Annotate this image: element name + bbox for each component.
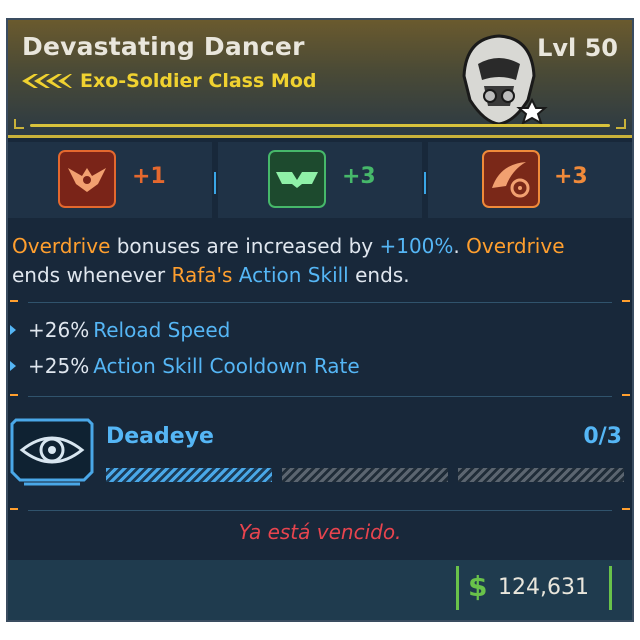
corner-bracket-left [14, 119, 24, 129]
keyword-overdrive: Overdrive [466, 234, 565, 258]
section-divider [28, 302, 612, 303]
price-footer: $ 124,631 [8, 560, 632, 620]
separator [214, 172, 216, 194]
desc-text: ends. [348, 263, 410, 287]
price-bracket-right [609, 566, 612, 610]
section-tick [622, 394, 630, 396]
item-card: Devastating Dancer Exo-Soldier Class Mod… [6, 18, 634, 622]
skill-slot-3[interactable]: +3 [428, 142, 632, 218]
bullet-icon [10, 361, 16, 371]
separator [424, 172, 426, 194]
perk-name: Deadeye [106, 424, 214, 449]
desc-text: bonuses are increased by [110, 234, 380, 258]
price-tag: $ 124,631 [456, 566, 612, 610]
stat-label: Action Skill Cooldown Rate [93, 354, 360, 378]
currency-icon: $ [468, 570, 488, 603]
stat-value: +26% [28, 318, 90, 342]
section-tick [622, 508, 630, 510]
price-value: 124,631 [498, 575, 589, 600]
skill-bonus-3: +3 [554, 164, 588, 189]
rarity-chevrons-icon [22, 74, 72, 88]
item-type-row: Exo-Soldier Class Mod [22, 70, 316, 92]
price-bracket-left [456, 566, 459, 610]
claw-emblem-icon [58, 150, 116, 208]
skill-slot-1[interactable]: +1 [8, 142, 212, 218]
section-tick [622, 300, 630, 302]
section-divider [28, 396, 612, 397]
skill-slot-2[interactable]: +3 [218, 142, 422, 218]
item-level: Lvl 50 [537, 34, 618, 62]
expired-warning: Ya está vencido. [238, 520, 402, 544]
stat-line: +26% Reload Speed [8, 318, 230, 342]
bullet-icon [10, 325, 16, 335]
keyword-rafa: Rafa's [171, 263, 233, 287]
section-tick [10, 508, 18, 510]
skill-bonus-2: +3 [342, 164, 376, 189]
rarity-divider [30, 124, 610, 127]
keyword-overdrive: Overdrive [12, 234, 111, 258]
skill-bonus-1: +1 [132, 164, 166, 189]
item-description: Overdrive bonuses are increased by +100%… [12, 232, 622, 290]
desc-text: ends whenever [12, 263, 172, 287]
perk-rank-pip-2 [282, 468, 448, 482]
perk-rank-pip-3 [458, 468, 624, 482]
item-type: Exo-Soldier Class Mod [80, 70, 317, 92]
corner-bracket-right [616, 119, 626, 129]
crosshair-burst-icon [482, 150, 540, 208]
section-tick [10, 394, 18, 396]
item-name: Devastating Dancer [22, 32, 305, 61]
section-divider [28, 510, 612, 511]
section-tick [10, 300, 18, 302]
keyword-action-skill: Action Skill [238, 263, 349, 287]
twin-blade-icon [268, 150, 326, 208]
stat-value: +25% [28, 354, 90, 378]
perk-rank-pip-1 [106, 468, 272, 482]
desc-text: . [453, 234, 467, 258]
skill-bonus-row: +1 +3 +3 [8, 142, 632, 218]
item-header: Devastating Dancer Exo-Soldier Class Mod… [8, 20, 632, 138]
eye-target-icon[interactable] [10, 418, 94, 488]
keyword-value: +100% [379, 234, 454, 258]
perk-rank-count: 0/3 [583, 424, 622, 449]
stat-line: +25% Action Skill Cooldown Rate [8, 354, 360, 378]
stat-label: Reload Speed [93, 318, 231, 342]
